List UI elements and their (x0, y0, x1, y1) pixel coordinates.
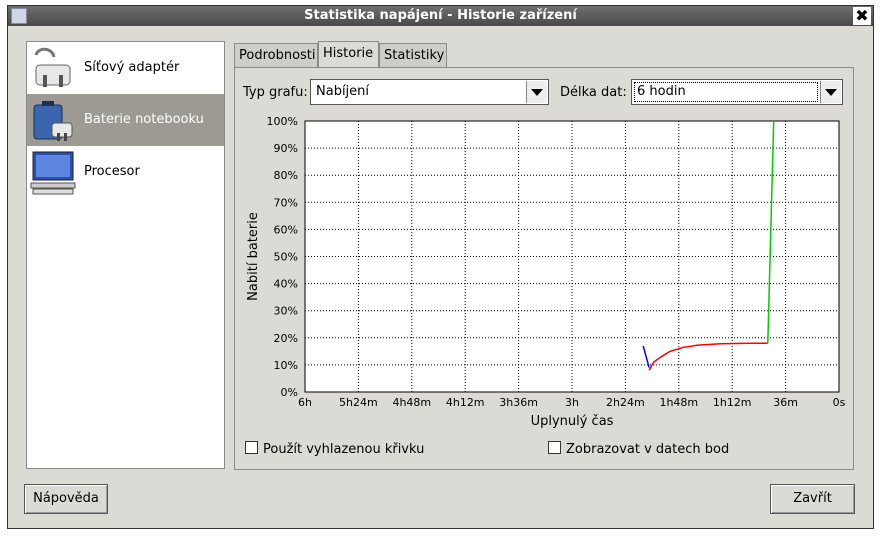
x-tick-label: 2h24m (606, 396, 645, 409)
checkbox-box[interactable] (548, 441, 561, 454)
y-tick-label: 70% (274, 196, 298, 209)
x-tick-label: 0s (833, 396, 846, 409)
y-tick-label: 10% (274, 359, 298, 372)
show-data-points-checkbox[interactable]: Zobrazovat v datech bod (548, 441, 729, 457)
y-tick-label: 20% (274, 332, 298, 345)
y-tick-label: 50% (274, 251, 298, 264)
y-tick-label: 90% (274, 142, 298, 155)
show-data-points-label: Zobrazovat v datech bod (566, 442, 730, 457)
smooth-curve-label: Použít vyhlazenou křivku (263, 442, 425, 457)
y-tick-label: 100% (267, 115, 298, 128)
x-axis-label: Uplynulý čas (531, 414, 614, 429)
y-tick-label: 0% (281, 386, 298, 399)
checkbox-box[interactable] (245, 441, 258, 454)
x-tick-label: 3h36m (499, 396, 538, 409)
tab-historie[interactable]: Historie (318, 41, 379, 67)
battery-history-chart: 6h 5h24m 4h48m 4h12m 3h36m 3h 2h24m 1h48m 1h12m 3… (246, 115, 846, 429)
help-button[interactable]: Nápověda (24, 484, 108, 514)
y-axis-label: Nabití baterie (246, 212, 261, 301)
smooth-curve-checkbox[interactable]: Použít vyhlazenou křivku (245, 441, 424, 457)
x-tick-label: 36m (773, 396, 798, 409)
y-tick-label: 60% (274, 223, 298, 236)
x-tick-label: 1h48m (659, 396, 698, 409)
x-tick-label: 1h12m (713, 396, 752, 409)
y-tick-label: 80% (274, 169, 298, 182)
y-tick-label: 30% (274, 305, 298, 318)
x-tick-label: 3h (565, 396, 579, 409)
x-tick-label: 5h24m (339, 396, 378, 409)
y-tick-label: 40% (274, 278, 298, 291)
x-tick-label: 6h (298, 396, 312, 409)
x-tick-label: 4h48m (392, 396, 431, 409)
close-button[interactable]: Zavřít (770, 484, 855, 514)
x-tick-label: 4h12m (446, 396, 485, 409)
